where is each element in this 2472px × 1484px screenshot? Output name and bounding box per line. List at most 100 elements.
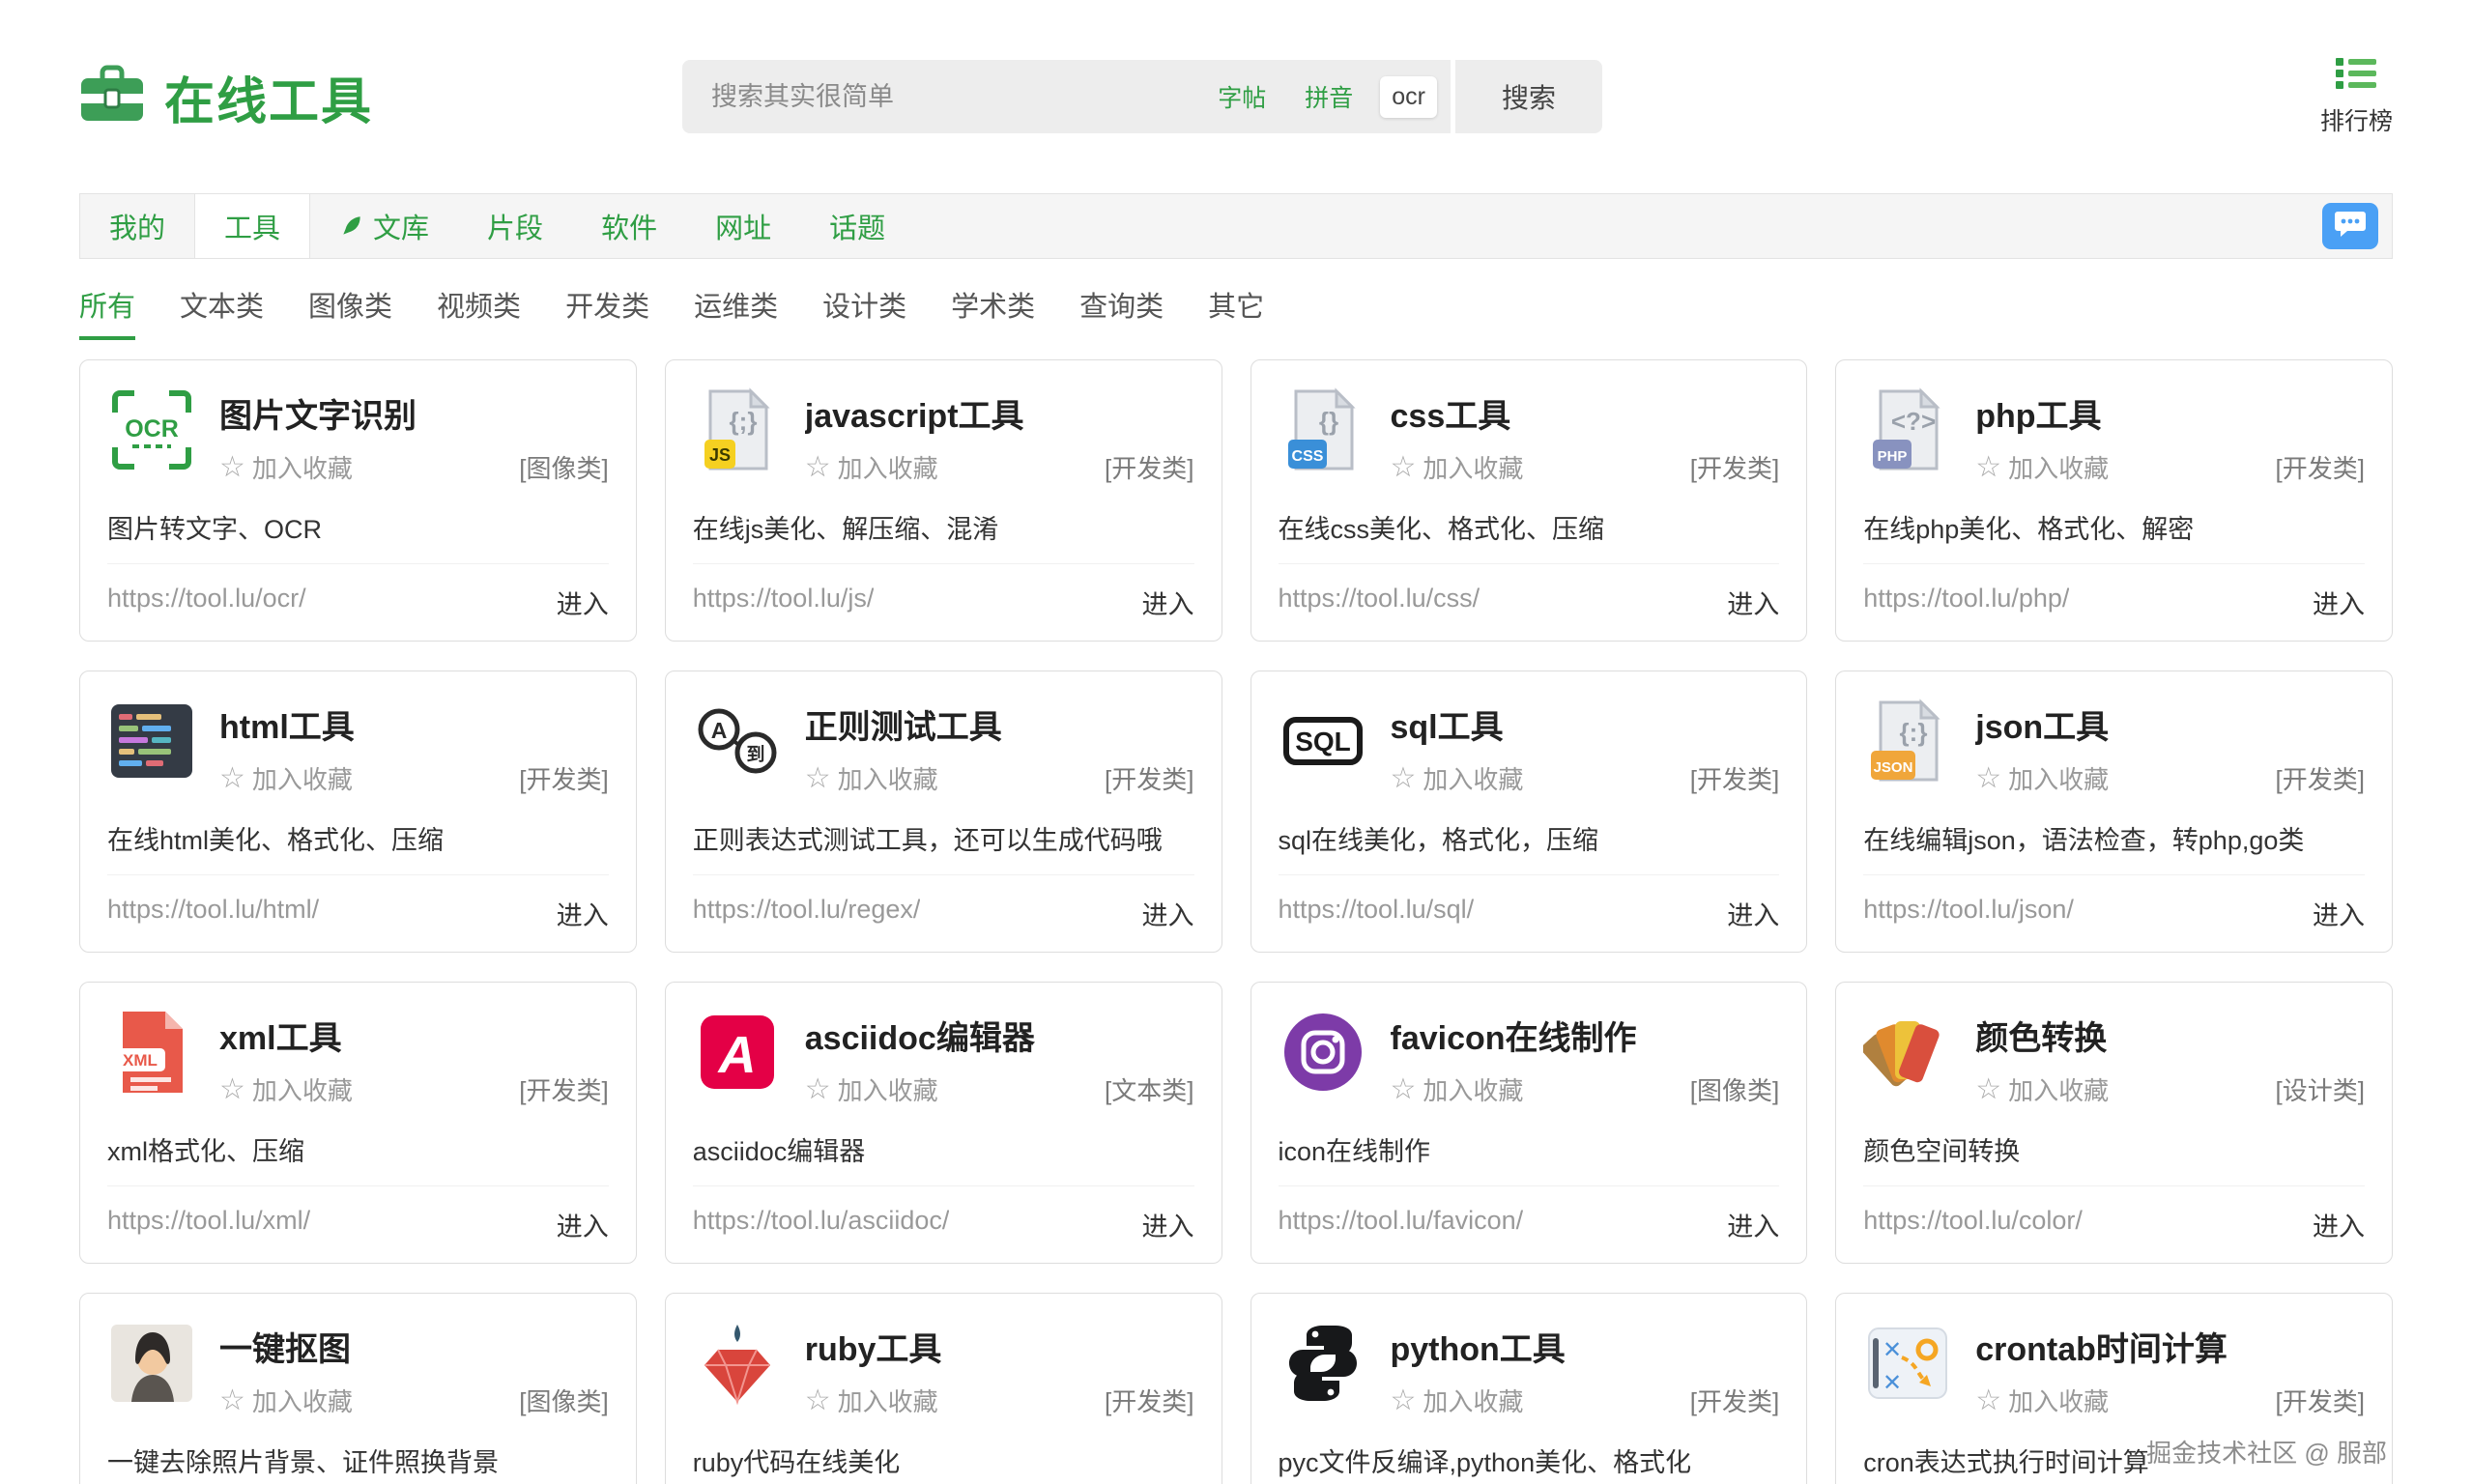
favorite-button[interactable]: ☆加入收藏: [805, 1383, 938, 1418]
category-运维类[interactable]: 运维类: [694, 284, 778, 340]
enter-link[interactable]: 进入: [1727, 584, 1779, 621]
tool-url[interactable]: https://tool.lu/color/: [1863, 1206, 2083, 1243]
favorite-button[interactable]: ☆加入收藏: [219, 1383, 353, 1418]
tool-card[interactable]: A到正则测试工具☆加入收藏[开发类]正则表达式测试工具，还可以生成代码哦http…: [665, 671, 1222, 953]
tool-title[interactable]: javascript工具: [805, 385, 1194, 437]
enter-link[interactable]: 进入: [2313, 584, 2365, 621]
category-文本类[interactable]: 文本类: [180, 284, 264, 340]
tool-card[interactable]: {}CSScss工具☆加入收藏[开发类]在线css美化、格式化、压缩https:…: [1250, 359, 1808, 642]
enter-link[interactable]: 进入: [557, 584, 609, 621]
search-input[interactable]: [711, 82, 1206, 112]
favorite-button[interactable]: ☆加入收藏: [1391, 1071, 1524, 1107]
tool-url[interactable]: https://tool.lu/php/: [1863, 584, 2069, 621]
search-tag-拼音[interactable]: 拼音: [1293, 72, 1365, 121]
tool-card[interactable]: {:}JSONjson工具☆加入收藏[开发类]在线编辑json，语法检查，转ph…: [1835, 671, 2393, 953]
favorite-button[interactable]: ☆加入收藏: [805, 760, 938, 796]
tab-label: 片段: [487, 206, 543, 246]
ranking-link[interactable]: 排行榜: [2320, 56, 2393, 137]
tool-card[interactable]: 一键抠图☆加入收藏[图像类]一键去除照片背景、证件照换背景进入: [79, 1293, 637, 1484]
favorite-button[interactable]: ☆加入收藏: [805, 449, 938, 485]
tool-card[interactable]: SQLsql工具☆加入收藏[开发类]sql在线美化，格式化，压缩https://…: [1250, 671, 1808, 953]
tab-网址[interactable]: 网址: [686, 194, 800, 258]
tool-url[interactable]: https://tool.lu/regex/: [693, 895, 921, 932]
tool-title[interactable]: asciidoc编辑器: [805, 1008, 1194, 1059]
tab-label: 网址: [715, 206, 771, 246]
tool-title[interactable]: 颜色转换: [1975, 1008, 2365, 1059]
tool-title[interactable]: php工具: [1975, 385, 2365, 437]
category-设计类[interactable]: 设计类: [822, 284, 906, 340]
tool-card[interactable]: 颜色转换☆加入收藏[设计类]颜色空间转换https://tool.lu/colo…: [1835, 982, 2393, 1264]
chat-button[interactable]: [2322, 203, 2378, 249]
enter-link[interactable]: 进入: [557, 895, 609, 932]
category-图像类[interactable]: 图像类: [308, 284, 392, 340]
category-开发类[interactable]: 开发类: [565, 284, 649, 340]
favorite-button[interactable]: ☆加入收藏: [805, 1071, 938, 1107]
enter-link[interactable]: 进入: [1142, 584, 1194, 621]
tool-card[interactable]: favicon在线制作☆加入收藏[图像类]icon在线制作https://too…: [1250, 982, 1808, 1264]
favorite-button[interactable]: ☆加入收藏: [1975, 760, 2109, 796]
tool-url[interactable]: https://tool.lu/js/: [693, 584, 875, 621]
favorite-button[interactable]: ☆加入收藏: [1391, 1383, 1524, 1418]
tab-工具[interactable]: 工具: [194, 194, 310, 258]
tool-title[interactable]: xml工具: [219, 1008, 609, 1059]
tool-card[interactable]: OCR图片文字识别☆加入收藏[图像类]图片转文字、OCRhttps://tool…: [79, 359, 637, 642]
tool-url[interactable]: https://tool.lu/json/: [1863, 895, 2074, 932]
tool-card[interactable]: python工具☆加入收藏[开发类]pyc文件反编译,python美化、格式化进…: [1250, 1293, 1808, 1484]
favorite-button[interactable]: ☆加入收藏: [1391, 449, 1524, 485]
tool-title[interactable]: crontab时间计算: [1975, 1319, 2365, 1370]
tool-title[interactable]: ruby工具: [805, 1319, 1194, 1370]
enter-link[interactable]: 进入: [2313, 895, 2365, 932]
star-icon: ☆: [1975, 453, 2001, 482]
site-logo[interactable]: 在线工具: [79, 61, 373, 133]
tool-card[interactable]: <?>PHPphp工具☆加入收藏[开发类]在线php美化、格式化、解密https…: [1835, 359, 2393, 642]
favorite-button[interactable]: ☆加入收藏: [1975, 1071, 2109, 1107]
enter-link[interactable]: 进入: [1727, 1206, 1779, 1243]
tool-title[interactable]: html工具: [219, 697, 609, 748]
category-视频类[interactable]: 视频类: [437, 284, 521, 340]
tool-title[interactable]: 正则测试工具: [805, 697, 1194, 748]
enter-link[interactable]: 进入: [1142, 895, 1194, 932]
tool-title[interactable]: sql工具: [1391, 697, 1780, 748]
tool-url[interactable]: https://tool.lu/asciidoc/: [693, 1206, 950, 1243]
favorite-button[interactable]: ☆加入收藏: [219, 449, 353, 485]
enter-link[interactable]: 进入: [1142, 1206, 1194, 1243]
tool-title[interactable]: css工具: [1391, 385, 1780, 437]
tool-url[interactable]: https://tool.lu/xml/: [107, 1206, 310, 1243]
tool-title[interactable]: 图片文字识别: [219, 385, 609, 437]
tool-card[interactable]: {;}JSjavascript工具☆加入收藏[开发类]在线js美化、解压缩、混淆…: [665, 359, 1222, 642]
search-tag-ocr[interactable]: ocr: [1380, 76, 1437, 118]
tool-card[interactable]: XMLxml工具☆加入收藏[开发类]xml格式化、压缩https://tool.…: [79, 982, 637, 1264]
tool-url[interactable]: https://tool.lu/ocr/: [107, 584, 306, 621]
tool-url[interactable]: https://tool.lu/html/: [107, 895, 319, 932]
category-其它[interactable]: 其它: [1208, 284, 1264, 340]
tool-card[interactable]: html工具☆加入收藏[开发类]在线html美化、格式化、压缩https://t…: [79, 671, 637, 953]
tab-软件[interactable]: 软件: [572, 194, 686, 258]
tool-title[interactable]: 一键抠图: [219, 1319, 609, 1370]
tool-title[interactable]: python工具: [1391, 1319, 1780, 1370]
search-button[interactable]: 搜索: [1455, 60, 1602, 133]
category-学术类[interactable]: 学术类: [951, 284, 1035, 340]
category-查询类[interactable]: 查询类: [1079, 284, 1164, 340]
favorite-button[interactable]: ☆加入收藏: [1975, 449, 2109, 485]
tool-card[interactable]: ruby工具☆加入收藏[开发类]ruby代码在线美化进入: [665, 1293, 1222, 1484]
tool-url[interactable]: https://tool.lu/favicon/: [1279, 1206, 1524, 1243]
tab-片段[interactable]: 片段: [458, 194, 572, 258]
search-tag-字帖[interactable]: 字帖: [1206, 72, 1278, 121]
tool-url[interactable]: https://tool.lu/css/: [1279, 584, 1480, 621]
tab-我的[interactable]: 我的: [80, 194, 194, 258]
enter-link[interactable]: 进入: [1727, 895, 1779, 932]
tool-url[interactable]: https://tool.lu/sql/: [1279, 895, 1475, 932]
category-所有[interactable]: 所有: [79, 284, 135, 340]
tab-文库[interactable]: 文库: [310, 194, 458, 258]
tool-title[interactable]: favicon在线制作: [1391, 1008, 1780, 1059]
tool-title[interactable]: json工具: [1975, 697, 2365, 748]
tool-card[interactable]: Aasciidoc编辑器☆加入收藏[文本类]asciidoc编辑器https:/…: [665, 982, 1222, 1264]
favorite-button[interactable]: ☆加入收藏: [219, 760, 353, 796]
favorite-button[interactable]: ☆加入收藏: [1391, 760, 1524, 796]
enter-link[interactable]: 进入: [557, 1206, 609, 1243]
ranking-list-icon: [2336, 56, 2376, 96]
tab-话题[interactable]: 话题: [800, 194, 914, 258]
enter-link[interactable]: 进入: [2313, 1206, 2365, 1243]
favorite-button[interactable]: ☆加入收藏: [219, 1071, 353, 1107]
favorite-button[interactable]: ☆加入收藏: [1975, 1383, 2109, 1418]
